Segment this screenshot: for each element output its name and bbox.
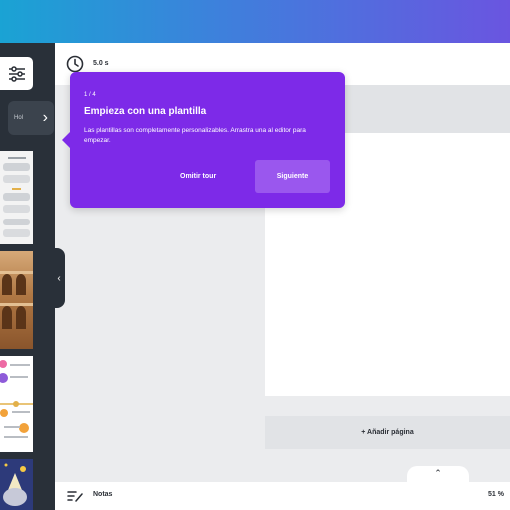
onboarding-tooltip: 1 / 4 Empieza con una plantilla Las plan… (62, 72, 345, 208)
sidebar: Hol › (0, 43, 55, 510)
skip-tour-button[interactable]: Omitir tour (180, 173, 216, 180)
page-duration[interactable]: 5.0 s (93, 60, 109, 67)
tour-step-counter: 1 / 4 (84, 92, 96, 98)
notes-icon[interactable] (67, 489, 83, 503)
collapse-panel-button[interactable]: ‹ (53, 248, 65, 308)
template-thumbnail[interactable] (0, 251, 33, 349)
chevron-up-icon: ⌃ (434, 468, 442, 478)
clock-icon[interactable] (66, 55, 84, 73)
template-thumbnail[interactable] (0, 356, 33, 452)
pill-label: Hol (14, 115, 24, 121)
filters-icon (8, 65, 25, 82)
template-preview-graphic (3, 157, 30, 237)
notes-button[interactable]: Notas (93, 491, 112, 498)
zoom-level[interactable]: 51 % (488, 491, 504, 498)
top-bar (0, 0, 510, 43)
template-thumbnail[interactable] (0, 151, 33, 244)
tour-title: Empieza con una plantilla (84, 106, 207, 117)
add-page-button[interactable]: + Añadir página (265, 416, 510, 449)
filters-button[interactable] (0, 57, 33, 90)
template-category-pill[interactable]: Hol › (8, 101, 54, 135)
template-preview-graphic (3, 463, 27, 506)
template-preview-graphic (0, 360, 33, 438)
tour-description: Las plantillas son completamente persona… (84, 127, 306, 144)
expand-pages-button[interactable]: ⌃ (407, 466, 469, 482)
chevron-right-icon[interactable]: › (43, 110, 48, 126)
bottom-bar: Notas 51 % (55, 482, 510, 510)
next-button[interactable]: Siguiente (255, 160, 330, 193)
chevron-left-icon: ‹ (57, 272, 61, 284)
template-thumbnail[interactable] (0, 459, 33, 510)
template-preview-graphic (0, 271, 33, 329)
